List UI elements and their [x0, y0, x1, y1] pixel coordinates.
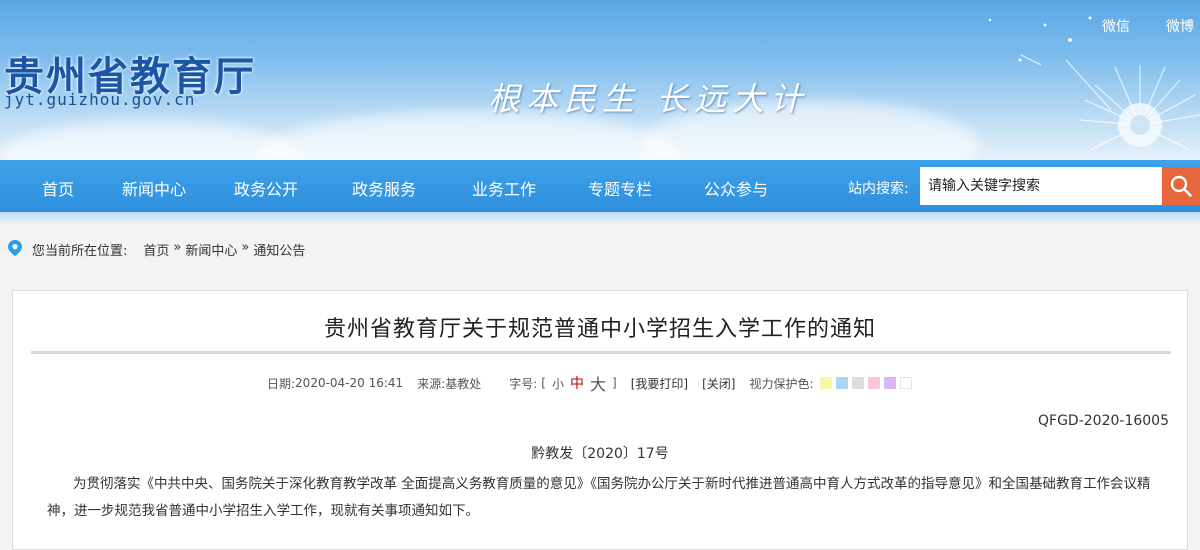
nav-item-gov-services[interactable]: 政务服务: [352, 176, 416, 200]
title-divider: [31, 351, 1171, 354]
search-input[interactable]: [920, 167, 1162, 205]
article-meta: 日期: 2020-04-20 16:41 来源: 基教处 字号: [ 小 中 大…: [267, 371, 912, 395]
top-links: 微信 微博: [1102, 16, 1194, 36]
font-size-medium[interactable]: 中: [570, 373, 584, 393]
print-link[interactable]: [我要打印]: [631, 375, 688, 392]
font-size-large[interactable]: 大: [590, 371, 606, 395]
font-size-control: [ 小 中 大 ]: [541, 371, 616, 395]
publish-date: 2020-04-20 16:41: [295, 376, 404, 390]
eye-care-swatches: [819, 377, 912, 389]
eye-care-swatch-white[interactable]: [899, 377, 912, 389]
eye-care-swatch-yellow[interactable]: [819, 377, 832, 389]
font-size-label: 字号:: [509, 376, 538, 391]
eye-care-label: 视力保护色:: [749, 376, 814, 391]
source-label: 来源:: [417, 376, 446, 391]
nav-item-news[interactable]: 新闻中心: [122, 176, 186, 200]
article-panel: 贵州省教育厅关于规范普通中小学招生入学工作的通知 日期: 2020-04-20 …: [12, 290, 1188, 550]
search-label: 站内搜索:: [848, 181, 909, 197]
banner-slogan: 根本民生 长远大计: [488, 80, 809, 118]
location-pin-icon: [8, 240, 22, 256]
eye-care-swatch-blue[interactable]: [835, 377, 848, 389]
weibo-link[interactable]: 微博: [1166, 16, 1194, 36]
nav-shadow: [0, 212, 1200, 226]
nav-item-special-topics[interactable]: 专题专栏: [588, 176, 652, 200]
wechat-link[interactable]: 微信: [1102, 16, 1130, 36]
document-code: QFGD-2020-16005: [1038, 413, 1169, 429]
site-banner: 贵州省教育厅 jyt.guizhou.gov.cn 根本民生 长远大计 微信 微…: [0, 0, 1200, 160]
main-nav: 首页 新闻中心 政务公开 政务服务 业务工作 专题专栏 公众参与 站内搜索:: [0, 160, 1200, 212]
breadcrumb-prefix: 您当前所在位置:: [32, 244, 128, 259]
close-link[interactable]: [关闭]: [702, 375, 735, 392]
article-source: 基教处: [445, 376, 482, 391]
font-size-small[interactable]: 小: [552, 375, 564, 392]
breadcrumb-notices[interactable]: 通知公告: [253, 240, 305, 259]
eye-care-swatch-pink[interactable]: [867, 377, 880, 389]
font-size-close-bracket: ]: [612, 376, 617, 390]
date-label: 日期:: [267, 376, 296, 391]
nav-item-gov-affairs[interactable]: 政务公开: [234, 176, 298, 200]
banner-cloud: [0, 120, 300, 160]
breadcrumb-separator: »: [241, 240, 250, 255]
breadcrumb-home[interactable]: 首页: [143, 240, 169, 259]
article-title: 贵州省教育厅关于规范普通中小学招生入学工作的通知: [323, 317, 876, 342]
document-number: 黔教发〔2020〕17号: [531, 446, 669, 462]
search-button[interactable]: [1162, 167, 1200, 205]
breadcrumb: 您当前所在位置: 首页 » 新闻中心 » 通知公告: [0, 226, 1200, 266]
article-body: 为贯彻落实《中共中央、国务院关于深化教育教学改革 全面提高义务教育质量的意见》《…: [47, 476, 1151, 519]
eye-care-swatch-purple[interactable]: [883, 377, 896, 389]
search-icon: [1170, 175, 1192, 197]
nav-item-public-participation[interactable]: 公众参与: [704, 176, 768, 200]
breadcrumb-trail: 您当前所在位置: 首页 » 新闻中心 » 通知公告: [32, 240, 305, 259]
nav-item-business[interactable]: 业务工作: [472, 176, 536, 200]
site-domain: jyt.guizhou.gov.cn: [4, 90, 196, 109]
eye-care-swatch-gray[interactable]: [851, 377, 864, 389]
font-size-open-bracket: [: [541, 376, 546, 390]
breadcrumb-separator: »: [173, 240, 182, 255]
breadcrumb-news[interactable]: 新闻中心: [185, 240, 237, 259]
nav-item-home[interactable]: 首页: [42, 176, 74, 200]
